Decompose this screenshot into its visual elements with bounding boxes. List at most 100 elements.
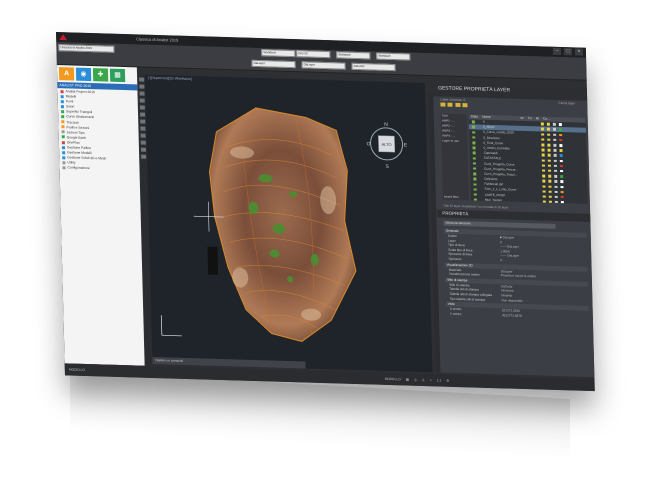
layer-status-icon[interactable] [472,141,475,145]
lock-icon[interactable] [554,195,558,199]
maximize-button[interactable]: □ [563,48,573,56]
set-current-icon[interactable] [462,103,468,108]
sun-freeze-icon[interactable] [547,133,550,136]
lightbulb-icon[interactable] [542,174,545,178]
sun-freeze-icon[interactable] [548,185,552,188]
sun-freeze-icon[interactable] [548,190,552,194]
lightbulb-icon[interactable] [541,133,544,136]
lock-icon[interactable] [554,190,558,194]
polyline-tool-icon[interactable] [139,84,145,89]
lock-icon[interactable] [553,164,557,168]
lock-icon[interactable] [552,128,556,131]
grid-icon[interactable]: ▦ [406,374,409,386]
lock-icon[interactable] [552,123,556,126]
trim-tool-icon[interactable] [141,154,147,159]
lock-icon[interactable] [553,143,556,147]
lightbulb-icon[interactable] [541,153,545,157]
layer-status-icon[interactable] [473,188,477,191]
layer-color-swatch[interactable] [559,164,563,168]
delete-layer-icon[interactable] [455,102,461,108]
layer-status-icon[interactable] [472,131,475,134]
sun-freeze-icon[interactable] [546,128,550,131]
lightbulb-icon[interactable] [541,138,544,141]
tile-analist[interactable]: A [58,67,75,81]
snap-icon[interactable]: ◎ [414,374,417,386]
layer-search-input[interactable]: Cerca layer [558,101,575,106]
layer-color-swatch[interactable] [560,180,563,183]
ortho-icon[interactable]: ∠ [422,374,425,386]
sun-freeze-icon[interactable] [547,159,551,162]
minimize-button[interactable]: – [552,47,562,56]
invert-filter-checkbox[interactable]: Inverti filtro [443,195,459,200]
sun-freeze-icon[interactable] [548,195,552,199]
layer-status-icon[interactable] [471,120,475,124]
layer-filter-item[interactable]: Layer in uso [441,138,467,144]
lock-icon[interactable] [553,133,556,137]
status-model-toggle[interactable]: MODELLO [385,373,401,385]
text-style-select[interactable]: Standard [261,49,296,58]
sun-freeze-icon[interactable] [546,122,550,126]
lock-icon[interactable] [554,200,558,204]
layer-status-icon[interactable] [473,167,476,171]
lightbulb-icon[interactable] [542,185,546,188]
lock-icon[interactable] [554,169,557,173]
mleader-style-select[interactable]: Standard [376,52,411,61]
layer-color-swatch[interactable] [559,138,562,142]
line-tool-icon[interactable] [139,77,145,82]
lightbulb-icon[interactable] [542,169,545,173]
lock-icon[interactable] [554,185,558,188]
tree-item[interactable]: Configurazione [62,166,136,173]
lightbulb-icon[interactable] [541,164,545,167]
layer-color-swatch[interactable] [558,123,562,126]
sun-freeze-icon[interactable] [548,174,551,178]
layer-status-icon[interactable] [472,157,476,160]
lightbulb-icon[interactable] [542,190,546,193]
lock-icon[interactable] [553,138,556,142]
layer-color-swatch[interactable] [559,149,563,152]
lightbulb-icon[interactable] [542,179,545,183]
layer-color-swatch[interactable] [559,154,563,158]
lock-icon[interactable] [553,159,557,163]
close-button[interactable]: × [574,48,584,56]
sun-freeze-icon[interactable] [547,164,551,168]
lock-icon[interactable] [554,175,557,178]
linetype-select[interactable]: DaLayer [301,61,346,70]
layer-color-swatch[interactable] [559,144,562,147]
layer-status-icon[interactable] [472,162,476,165]
lightbulb-icon[interactable] [541,148,545,152]
arc-tool-icon[interactable] [139,98,145,103]
table-style-select[interactable]: Standard [336,51,371,60]
app-logo-icon[interactable] [59,34,67,40]
plotstyle-select[interactable]: DaColor [351,62,396,72]
layer-status-icon[interactable] [472,136,475,139]
layer-status-icon[interactable] [472,146,476,150]
layer-color-swatch[interactable] [560,195,564,199]
lock-icon[interactable] [553,149,557,152]
layer-color-swatch[interactable] [560,175,563,178]
layer-color-swatch[interactable] [560,190,564,194]
new-layer-frozen-icon[interactable] [447,102,453,107]
lock-icon[interactable] [554,180,557,183]
tile-globe[interactable]: ◉ [75,67,92,82]
circle-tool-icon[interactable] [139,91,145,96]
lightbulb-icon[interactable] [540,122,544,126]
sun-freeze-icon[interactable] [547,143,550,147]
hatch-tool-icon[interactable] [140,112,146,117]
layer-color-swatch[interactable] [560,185,564,189]
layer-color-swatch[interactable] [560,201,564,204]
dim-style-select[interactable]: ISO-25 [296,50,331,59]
sun-freeze-icon[interactable] [548,169,551,173]
workspace-select[interactable]: Classica di Analist 2015 [58,44,115,53]
status-model-label[interactable]: MODELLO [69,363,85,375]
layer-status-icon[interactable] [473,193,477,196]
layer-status-icon[interactable] [473,183,477,186]
layer-color-swatch[interactable] [560,170,563,173]
drawing-viewport[interactable]: [-][Superiore][2D Wireframe] ALTO N S O … [145,74,433,373]
sun-freeze-icon[interactable] [547,154,551,157]
sun-freeze-icon[interactable] [548,200,552,204]
new-layer-icon[interactable] [440,102,446,107]
layer-status-icon[interactable] [473,177,476,181]
osnap-icon[interactable]: ⌖ [430,374,432,386]
lightbulb-icon[interactable] [542,195,546,199]
lock-icon[interactable] [553,154,557,157]
